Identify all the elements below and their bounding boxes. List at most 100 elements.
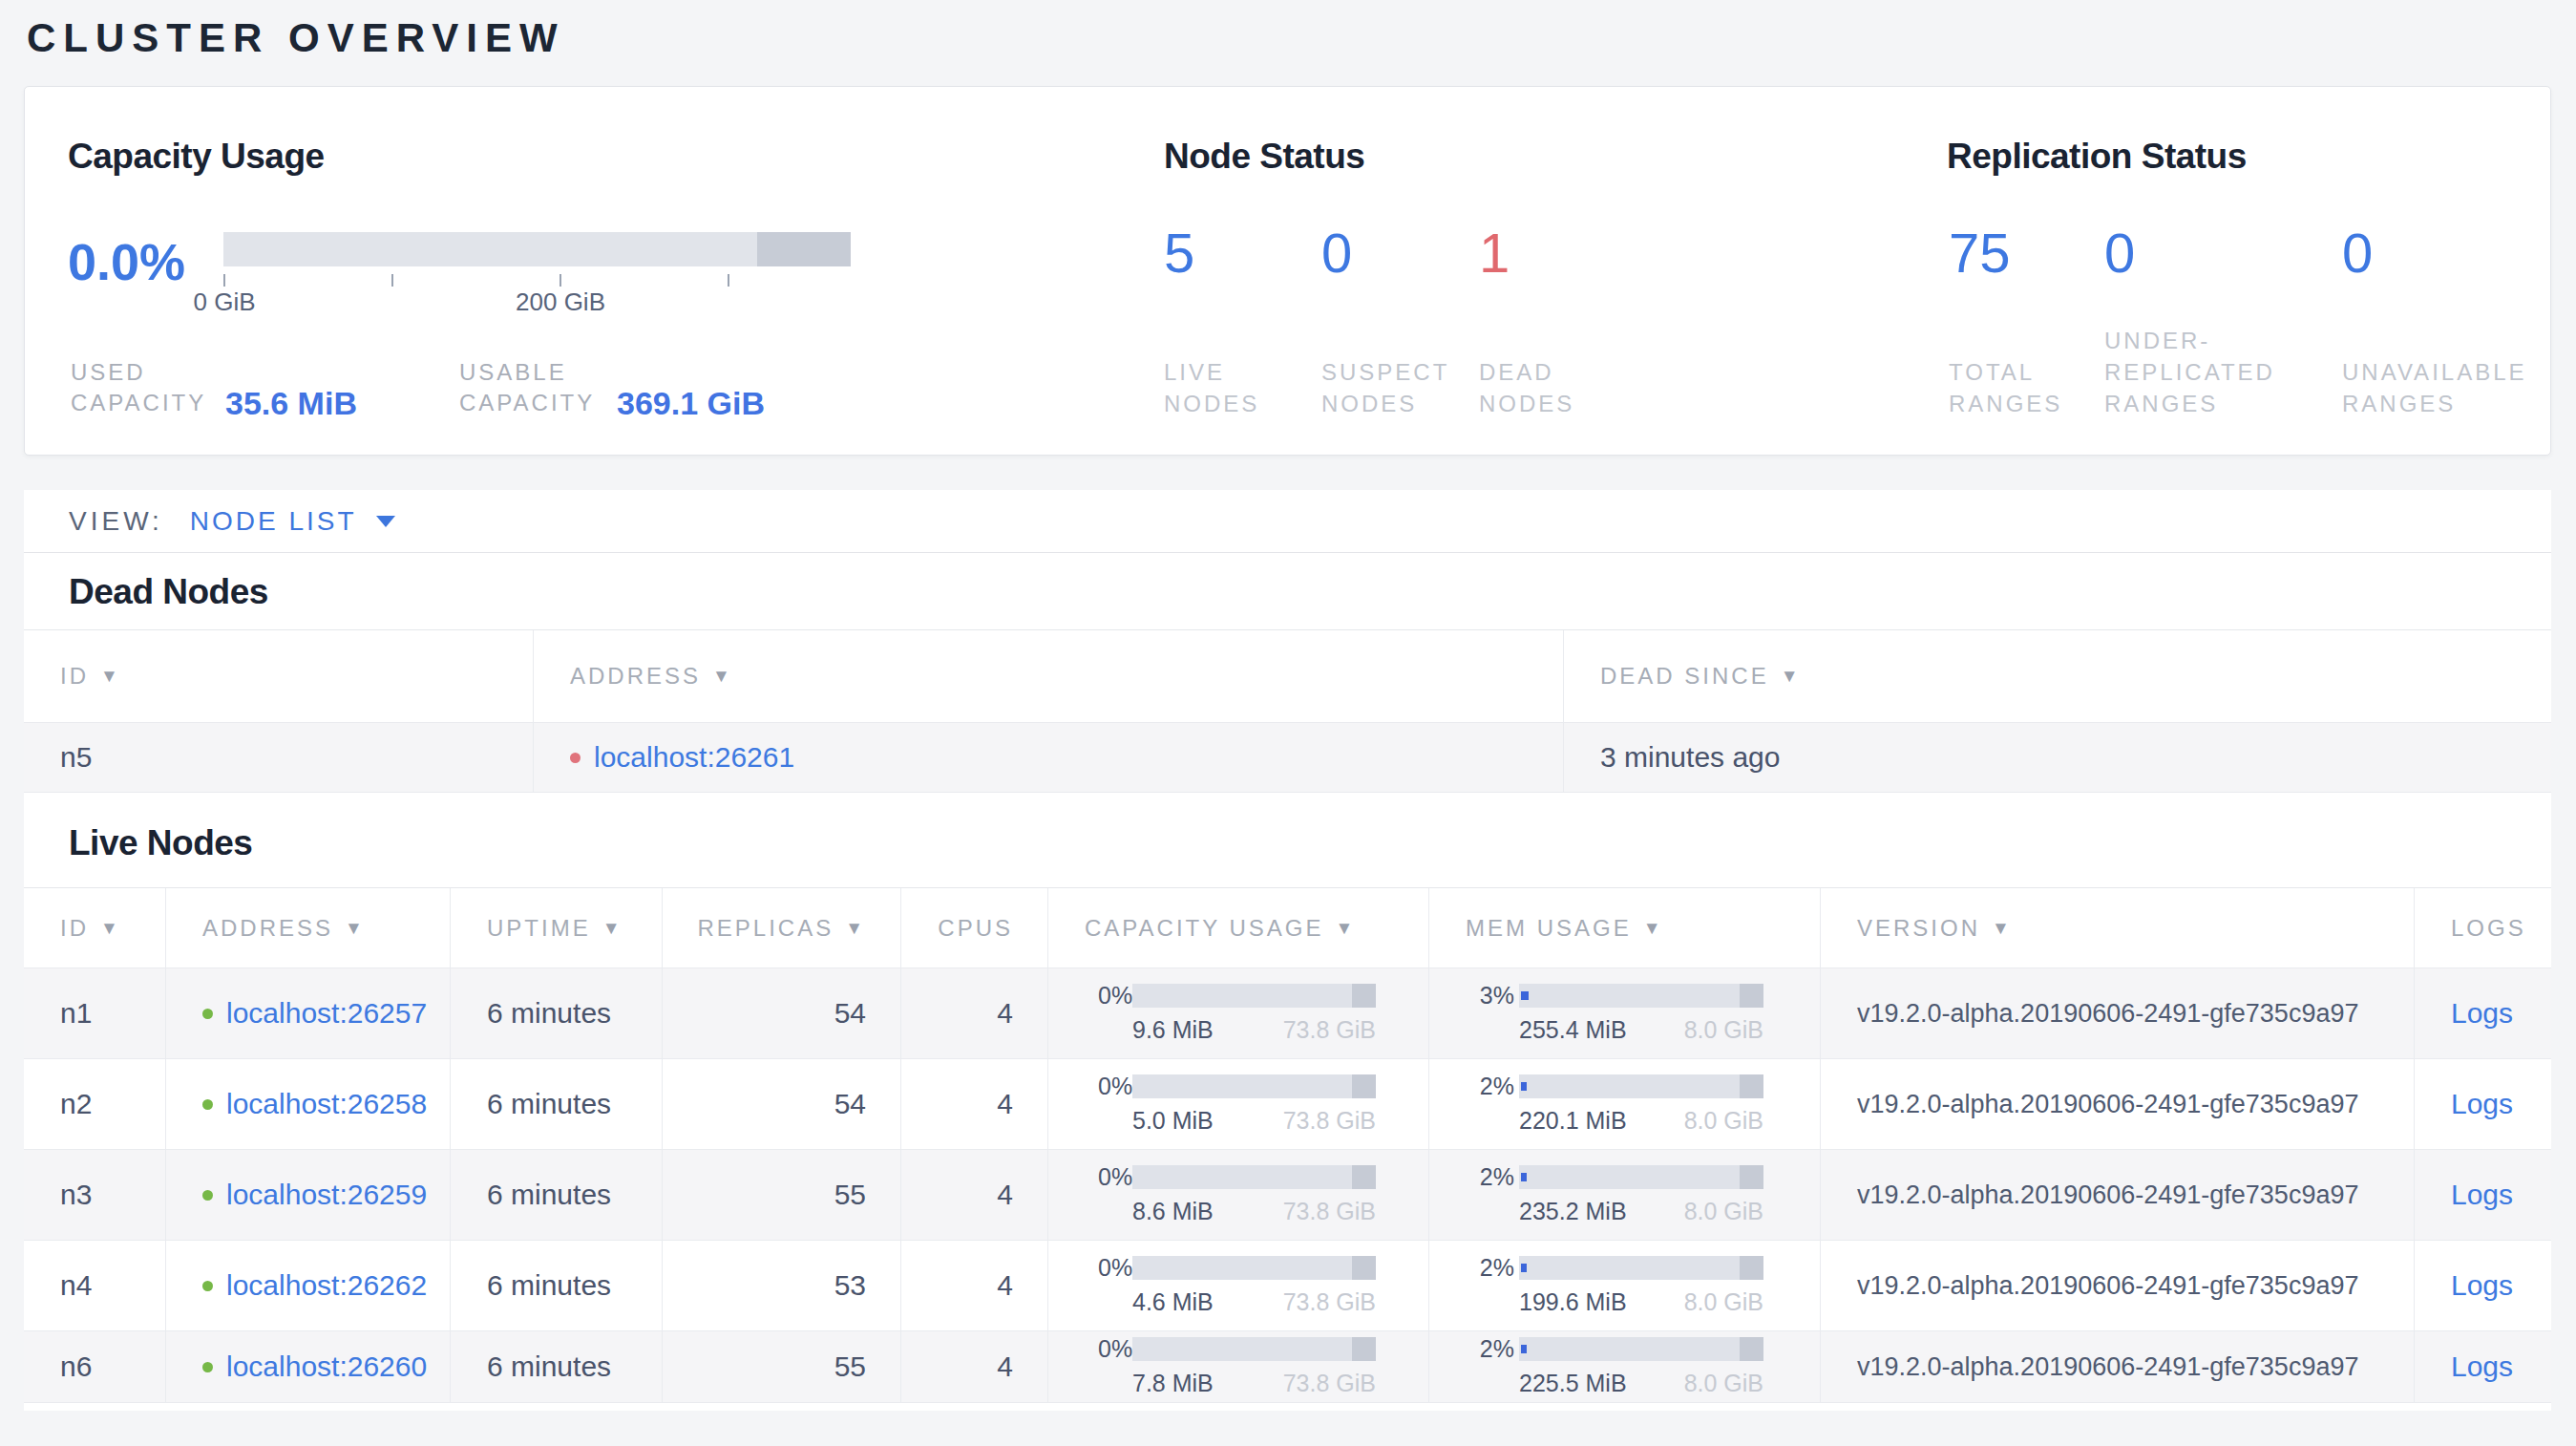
capacity-total-value: 73.8 GiB: [1283, 1288, 1376, 1316]
cpus-cell: 4: [900, 1059, 1047, 1149]
stat-label: TOTAL RANGES: [1949, 356, 2062, 419]
dead-nodes-heading: Dead Nodes: [24, 553, 2551, 630]
column-header-label: UPTIME: [487, 915, 591, 942]
cpus-cell: 4: [900, 1331, 1047, 1402]
version-cell: v19.2.0-alpha.20190606-2491-gfe735c9a97: [1820, 1059, 2414, 1149]
sort-desc-icon: ▼: [100, 918, 121, 939]
column-header[interactable]: REPLICAS ▼: [662, 888, 900, 968]
capacity-bar-end-segment: [1352, 1165, 1376, 1189]
node-address-link[interactable]: localhost:26258: [226, 1088, 427, 1120]
view-dropdown[interactable]: NODE LIST: [190, 506, 357, 537]
column-header-label: CPUS: [938, 915, 1013, 942]
mem-used-value: 235.2 MiB: [1519, 1198, 1627, 1225]
capacity-used-value: 9.6 MiB: [1132, 1016, 1214, 1044]
capacity-total-value: 73.8 GiB: [1283, 1107, 1376, 1135]
column-header[interactable]: ID▼: [24, 630, 533, 722]
replicas-cell: 55: [662, 1331, 900, 1402]
capacity-usage-cell: 0% 7.8 MiB 73.8 GiB: [1047, 1331, 1428, 1402]
axis-tick: [223, 274, 225, 287]
stat-value: 1: [1479, 221, 1713, 285]
sort-desc-icon: ▼: [345, 918, 366, 939]
node-status-title: Node Status: [1164, 137, 1364, 177]
sort-desc-icon: ▼: [1781, 666, 1802, 687]
node-address-cell: localhost:26258: [165, 1059, 450, 1149]
axis-tick-label: 0 GiB: [193, 287, 255, 317]
logs-cell: Logs: [2414, 1150, 2551, 1240]
logs-link[interactable]: Logs: [2451, 1269, 2513, 1302]
version-cell: v19.2.0-alpha.20190606-2491-gfe735c9a97: [1820, 1150, 2414, 1240]
cpus-cell: 4: [900, 1150, 1047, 1240]
mem-bar-end-segment: [1740, 1256, 1763, 1280]
column-header[interactable]: DEAD SINCE▼: [1563, 630, 2551, 722]
mem-percent: 2%: [1479, 1073, 1514, 1100]
logs-link[interactable]: Logs: [2451, 1088, 2513, 1120]
column-header[interactable]: ID▼: [24, 888, 165, 968]
stat-label: UNDER- REPLICATED RANGES: [2104, 325, 2275, 419]
dead-nodes-table-header: ID▼ADDRESS▼DEAD SINCE▼: [24, 630, 2551, 723]
capacity-bar-end-segment: [1352, 1256, 1376, 1280]
stat-value: 0: [2342, 221, 2576, 285]
node-address-link[interactable]: localhost:26257: [226, 997, 427, 1030]
dead-nodes-table-body: n5 localhost:26261 3 minutes ago: [24, 723, 2551, 793]
capacity-usage-bar: [223, 232, 851, 266]
mem-percent: 2%: [1479, 1254, 1514, 1282]
cluster-summary-card: Capacity Usage 0.0% 0 GiB200 GiB USED CA…: [24, 86, 2551, 456]
capacity-bar: [1132, 1337, 1376, 1361]
node-address-link[interactable]: localhost:26262: [226, 1269, 427, 1302]
capacity-bar: [1132, 1256, 1376, 1280]
column-header[interactable]: CPUS: [900, 888, 1047, 968]
capacity-used-value: 4.6 MiB: [1132, 1288, 1214, 1316]
column-header-label: REPLICAS: [697, 915, 834, 942]
mem-usage-cell: 2% 220.1 MiB 8.0 GiB: [1428, 1059, 1820, 1149]
chevron-down-icon[interactable]: [376, 516, 395, 527]
column-header[interactable]: CAPACITY USAGE▼: [1047, 888, 1428, 968]
column-header[interactable]: VERSION▼: [1820, 888, 2414, 968]
stat-label: DEAD NODES: [1479, 356, 1574, 419]
summary-stat: 1 DEAD NODES: [1479, 221, 1713, 419]
column-header[interactable]: UPTIME▼: [450, 888, 662, 968]
nodes-list-card: Dead Nodes ID▼ADDRESS▼DEAD SINCE▼ n5 loc…: [24, 553, 2551, 1411]
logs-link[interactable]: Logs: [2451, 997, 2513, 1030]
node-id-cell: n4: [24, 1241, 165, 1330]
capacity-usage-title: Capacity Usage: [68, 137, 325, 177]
capacity-usage-cell: 0% 8.6 MiB 73.8 GiB: [1047, 1150, 1428, 1240]
uptime-cell: 6 minutes: [450, 1241, 662, 1330]
column-header[interactable]: LOGS: [2414, 888, 2551, 968]
column-header-label: MEM USAGE: [1466, 915, 1632, 942]
cluster-overview-page: CLUSTER OVERVIEW Capacity Usage 0.0% 0 G…: [0, 0, 2576, 1446]
node-id-cell: n5: [24, 723, 533, 792]
logs-link[interactable]: Logs: [2451, 1350, 2513, 1383]
table-row: n5 localhost:26261 3 minutes ago: [24, 723, 2551, 793]
dead-status-icon: [570, 753, 581, 763]
mem-bar-used: [1521, 1264, 1527, 1272]
mem-bar-used: [1521, 1082, 1527, 1091]
mem-bar-used: [1521, 1173, 1527, 1181]
mem-total-value: 8.0 GiB: [1684, 1198, 1763, 1225]
node-id-cell: n6: [24, 1331, 165, 1402]
live-nodes-heading: Live Nodes: [24, 793, 2551, 888]
capacity-bar: [1132, 984, 1376, 1008]
capacity-used-value: 8.6 MiB: [1132, 1198, 1214, 1225]
node-address-link[interactable]: localhost:26260: [226, 1350, 427, 1383]
node-address-link[interactable]: localhost:26259: [226, 1179, 427, 1211]
stat-label: SUSPECT NODES: [1321, 356, 1449, 419]
replicas-cell: 55: [662, 1150, 900, 1240]
node-address-link[interactable]: localhost:26261: [594, 741, 794, 774]
mem-usage-cell: 2% 199.6 MiB 8.0 GiB: [1428, 1241, 1820, 1330]
live-status-icon: [202, 1190, 213, 1201]
stat-label: LIVE NODES: [1164, 356, 1259, 419]
logs-link[interactable]: Logs: [2451, 1179, 2513, 1211]
mem-total-value: 8.0 GiB: [1684, 1288, 1763, 1316]
table-row: n6 localhost:26260 6 minutes 55 4 0% 7.8…: [24, 1331, 2551, 1403]
mem-bar-end-segment: [1740, 1337, 1763, 1361]
logs-cell: Logs: [2414, 1331, 2551, 1402]
sort-desc-icon: ▼: [845, 918, 866, 939]
mem-used-value: 220.1 MiB: [1519, 1107, 1627, 1135]
column-header[interactable]: ADDRESS▼: [165, 888, 450, 968]
node-id-cell: n2: [24, 1059, 165, 1149]
column-header[interactable]: MEM USAGE▼: [1428, 888, 1820, 968]
version-cell: v19.2.0-alpha.20190606-2491-gfe735c9a97: [1820, 1241, 2414, 1330]
column-header[interactable]: ADDRESS▼: [533, 630, 1563, 722]
axis-tick: [391, 274, 393, 287]
capacity-percent: 0%: [1098, 1073, 1128, 1100]
